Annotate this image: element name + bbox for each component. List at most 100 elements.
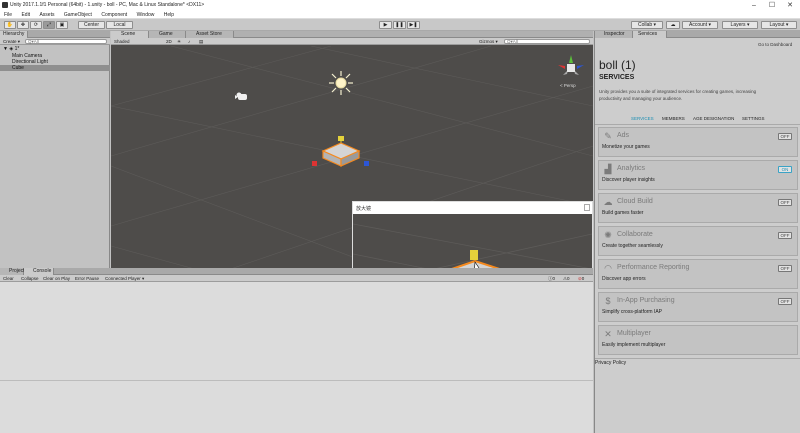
cube-gizmo[interactable] [306, 135, 376, 175]
tab-project[interactable]: Project [0, 268, 25, 275]
pivot-local-button[interactable]: Local [106, 21, 133, 29]
move-tool-icon[interactable]: ✥ [17, 21, 29, 29]
menu-component[interactable]: Component [97, 11, 131, 18]
menu-gameobject[interactable]: GameObject [60, 11, 96, 18]
console-error-count[interactable]: ⊘0 [578, 276, 584, 281]
subtab-divider [595, 124, 800, 125]
effects-toggle-icon[interactable]: ▤ [199, 39, 203, 44]
collaborate-icon: ✺ [604, 230, 612, 240]
layers-dropdown[interactable]: Layers ▾ [722, 21, 758, 29]
play-button[interactable]: ▶ [379, 21, 392, 29]
menu-window[interactable]: Window [133, 11, 159, 18]
subtab-settings[interactable]: SETTINGS [742, 116, 765, 121]
console-error-pause-button[interactable]: Error Pause [75, 276, 99, 281]
magnifier-control-icon[interactable] [584, 204, 590, 211]
hand-tool-icon[interactable]: ✋ [4, 21, 16, 29]
expand-arrow-icon: ▼ [3, 46, 8, 52]
services-divider [595, 358, 800, 359]
account-dropdown[interactable]: Account ▾ [682, 21, 718, 29]
audio-toggle-icon[interactable]: ♪ [188, 39, 190, 44]
connected-player-dropdown[interactable]: Connected Player ▾ [105, 276, 144, 281]
console-warning-count[interactable]: ⚠0 [563, 276, 570, 281]
subtab-services[interactable]: SERVICES [631, 116, 654, 121]
console-info-count[interactable]: ⓘ0 [548, 276, 555, 281]
shading-mode-dropdown[interactable]: Shaded [114, 39, 130, 44]
menu-file[interactable]: File [0, 11, 16, 18]
console-collapse-button[interactable]: Collapse [21, 276, 39, 281]
close-button[interactable]: ✕ [782, 1, 798, 10]
console-tabbar: Project Console [0, 268, 593, 275]
orientation-gizmo[interactable] [555, 53, 587, 81]
tab-inspector[interactable]: Inspector [595, 31, 633, 38]
tab-scene[interactable]: Scene [111, 31, 149, 38]
ads-toggle[interactable]: OFF [778, 133, 792, 140]
scene-root-row[interactable]: ▼ ◈ 1* [0, 46, 110, 52]
gizmos-dropdown[interactable]: Gizmos ▾ [479, 39, 498, 44]
collab-button[interactable]: Collab ▾ [631, 21, 663, 29]
tab-hierarchy[interactable]: Hierarchy [0, 31, 29, 38]
project-name: boll (1) [599, 58, 636, 72]
hierarchy-search-placeholder: Q▾All [28, 39, 39, 44]
cloud-icon[interactable]: ☁ [666, 21, 680, 29]
directional-light-sun-icon[interactable] [329, 71, 353, 95]
hierarchy-item-cube[interactable]: Cube [0, 65, 110, 71]
hierarchy-toolbar: Create ▾ Q▾All [0, 38, 110, 45]
scale-tool-icon[interactable]: ⤢ [43, 21, 55, 29]
service-card-performance-reporting[interactable]: ◠ Performance Reporting Discover app err… [598, 259, 798, 289]
rotate-tool-icon[interactable]: ⟳ [30, 21, 42, 29]
analytics-toggle[interactable]: ON [778, 166, 792, 173]
camera-gizmo-icon[interactable] [235, 92, 249, 102]
maximize-button[interactable]: ☐ [764, 1, 780, 10]
go-to-dashboard-link[interactable]: Go to Dashboard [758, 42, 792, 47]
inspector-tabbar: Inspector Services [595, 31, 800, 38]
subtab-members[interactable]: MEMBERS [662, 116, 685, 121]
multiplayer-icon: ✕ [604, 329, 612, 339]
pivot-center-button[interactable]: Center [78, 21, 105, 29]
services-panel: Inspector Services Go to Dashboard boll … [594, 31, 800, 433]
service-card-ads[interactable]: ✎ Ads Monetize your games OFF [598, 127, 798, 157]
step-button[interactable]: ▶❚ [407, 21, 420, 29]
service-card-multiplayer[interactable]: ✕ Multiplayer Easily implement multiplay… [598, 325, 798, 355]
service-desc: Build games faster [602, 210, 644, 216]
scene-view[interactable]: Scene Game Asset Store Shaded 2D ☀ ♪ ▤ G… [111, 31, 593, 279]
service-card-in-app-purchasing[interactable]: $ In-App Purchasing Simplify cross-platf… [598, 292, 798, 322]
menu-bar: File Edit Assets GameObject Component Wi… [0, 11, 800, 19]
minimize-button[interactable]: – [746, 1, 762, 10]
service-name: Collaborate [617, 231, 653, 238]
menu-help[interactable]: Help [160, 11, 178, 18]
create-dropdown[interactable]: Create ▾ [3, 39, 20, 44]
subtab-age-designation[interactable]: AGE DESIGNATION [693, 116, 734, 121]
menu-edit[interactable]: Edit [17, 11, 34, 18]
hierarchy-panel: Hierarchy Create ▾ Q▾All ▼ ◈ 1* Main Cam… [0, 31, 110, 268]
scene-search-placeholder: Q▾All [507, 39, 518, 44]
tab-console[interactable]: Console [24, 268, 54, 275]
perspective-label[interactable]: < Persp [560, 83, 576, 88]
console-divider [0, 380, 593, 381]
toggle-2d-button[interactable]: 2D [166, 39, 172, 44]
pause-button[interactable]: ❚❚ [393, 21, 406, 29]
lighting-toggle-icon[interactable]: ☀ [177, 39, 181, 44]
service-desc: Discover player insights [602, 177, 655, 183]
menu-assets[interactable]: Assets [35, 11, 58, 18]
collaborate-toggle[interactable]: OFF [778, 232, 792, 239]
service-desc: Discover app errors [602, 276, 646, 282]
service-name: In-App Purchasing [617, 297, 675, 304]
tab-game[interactable]: Game [149, 31, 186, 38]
service-card-analytics[interactable]: ▟ Analytics Discover player insights ON [598, 160, 798, 190]
service-card-cloud-build[interactable]: ☁ Cloud Build Build games faster OFF [598, 193, 798, 223]
console-clear-on-play-button[interactable]: Clear on Play [43, 276, 70, 281]
purchasing-icon: $ [605, 296, 611, 306]
layout-dropdown[interactable]: Layout ▾ [761, 21, 797, 29]
performance-toggle[interactable]: OFF [778, 265, 792, 272]
scene-search-input[interactable]: Q▾All [504, 39, 590, 44]
purchasing-toggle[interactable]: OFF [778, 298, 792, 305]
service-card-collaborate[interactable]: ✺ Collaborate Create together seamlessly… [598, 226, 798, 256]
console-clear-button[interactable]: Clear [3, 276, 14, 281]
hierarchy-search-input[interactable]: Q▾All [25, 39, 107, 44]
rect-tool-icon[interactable]: ▣ [56, 21, 68, 29]
service-desc: Monetize your games [602, 144, 650, 150]
privacy-policy-link[interactable]: Privacy Policy [595, 360, 626, 366]
tab-services[interactable]: Services [633, 31, 667, 38]
cloud-build-toggle[interactable]: OFF [778, 199, 792, 206]
tab-asset-store[interactable]: Asset Store [186, 31, 234, 38]
